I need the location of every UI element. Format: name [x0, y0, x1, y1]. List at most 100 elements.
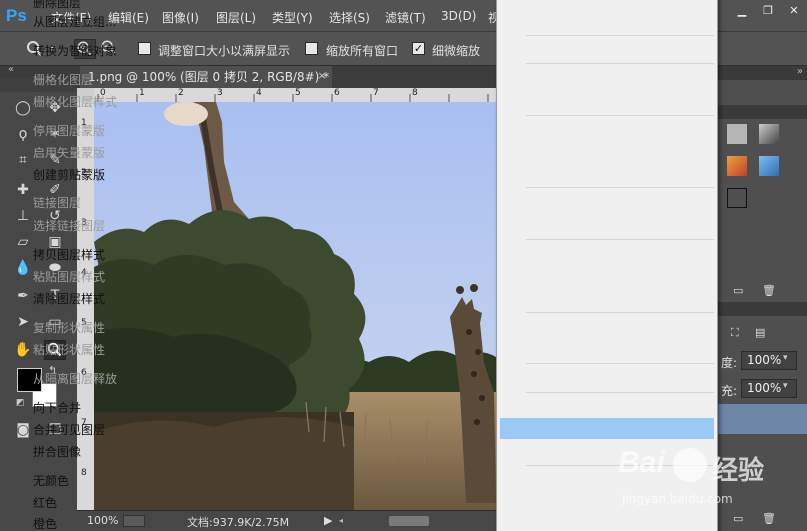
new-style-icon[interactable]: ▭ [733, 284, 743, 297]
scrubby-zoom-label: 细微缩放 [432, 44, 481, 58]
status-menu-arrow-icon[interactable]: ▶ [324, 514, 332, 527]
minimize-icon[interactable]: ▁ [730, 2, 754, 20]
document-canvas[interactable] [94, 102, 496, 510]
restore-icon[interactable]: ❐ [756, 2, 780, 20]
watermark-url: jingyan.baidu.com [622, 492, 733, 506]
menu-item-merge-down[interactable]: 向下合并 [33, 399, 81, 416]
menu-item-orange[interactable]: 橙色 [33, 515, 57, 531]
menu-item-convert-smart-object[interactable]: 转换为智能对象 [33, 42, 117, 59]
collapse-panel-icon[interactable]: « [8, 64, 14, 75]
menu-item-merge-visible[interactable]: 合并可见图层 [33, 421, 105, 438]
panel-header[interactable]: » [718, 66, 807, 80]
style-swatch[interactable] [727, 188, 747, 208]
menu-item-copy-layer-style[interactable]: 拷贝图层样式 [33, 246, 105, 263]
menu-separator [526, 239, 714, 240]
menu-item-link-layers[interactable]: 链接图层 [33, 194, 81, 211]
zoom-scrub-icon[interactable] [123, 515, 145, 527]
horizontal-ruler[interactable]: 0 1 2 3 4 5 6 7 8 [94, 88, 496, 102]
menu-item-delete-layer[interactable]: 删除图层 [33, 0, 81, 11]
fill-dropdown-icon[interactable]: ▾ [783, 381, 788, 391]
lasso-tool-icon[interactable]: ϙ [12, 124, 34, 144]
menu-item-flatten-image[interactable]: 拼合图像 [33, 443, 81, 460]
menu-item-group-from-layers[interactable]: 从图层建立组... [33, 13, 116, 30]
quick-mask-icon[interactable]: ◙ [12, 420, 34, 440]
menu-item-rasterize-layer[interactable]: 栅格化图层 [33, 71, 93, 88]
menu-item-disable-layer-mask[interactable]: 停用图层蒙版 [33, 122, 105, 139]
photoshop-logo: Ps [6, 6, 27, 25]
menu-item-red[interactable]: 红色 [33, 494, 57, 511]
close-document-icon[interactable]: × [315, 69, 329, 83]
clone-stamp-tool-icon[interactable]: ⊥ [12, 206, 34, 226]
menu-separator [526, 63, 714, 64]
selected-layer-row[interactable] [718, 404, 807, 434]
baidu-jingyan-watermark: Bai 经验 jingyan.baidu.com [600, 440, 800, 520]
menu-item-clear-layer-style[interactable]: 清除图层样式 [33, 290, 105, 307]
menu-separator [526, 392, 714, 393]
ruler-tick-label: 2 [178, 88, 184, 98]
scrubby-zoom-checkbox[interactable]: ✓ [412, 42, 425, 55]
horizontal-scrollbar-thumb[interactable] [389, 516, 429, 526]
menu-item-release-from-isolation[interactable]: 从隔离图层释放 [33, 370, 117, 387]
document-info: 文档:937.9K/2.75M [187, 516, 290, 529]
menu-item-paste-layer-style[interactable]: 粘贴图层样式 [33, 268, 105, 285]
fill-field[interactable]: 100% [741, 379, 797, 398]
document-tab[interactable]: 1.png @ 100% (图层 0 拷贝 2, RGB/8#) * [80, 66, 332, 88]
status-bar: 100% 文档:937.9K/2.75M ▶ ◂ [77, 510, 497, 531]
marquee-tool-icon[interactable]: ◯ [12, 98, 34, 118]
style-swatch[interactable] [759, 156, 779, 176]
ruler-tick-label: 7 [373, 88, 379, 98]
zoom-level[interactable]: 100% [87, 514, 118, 527]
zoom-all-windows-checkbox[interactable] [305, 42, 318, 55]
pen-tool-icon[interactable]: ✒ [12, 286, 34, 306]
menu-item-enable-vector-mask[interactable]: 启用矢量蒙版 [33, 144, 105, 161]
ruler-tick-label: 1 [139, 88, 145, 98]
scroll-left-icon[interactable]: ◂ [339, 516, 343, 525]
menu-item-copy-shape-attributes[interactable]: 复制形状属性 [33, 319, 105, 336]
menu-item-select-linked-layers[interactable]: 选择链接图层 [33, 217, 105, 234]
default-colors-icon[interactable]: ◩ [16, 398, 25, 408]
ruler-tick-label: 6 [334, 88, 340, 98]
menu-item-highlight [500, 418, 714, 439]
opacity-field[interactable]: 100% [741, 351, 797, 370]
crop-tool-icon[interactable]: ⌗ [12, 150, 34, 170]
menu-item-create-clipping-mask[interactable]: 创建剪贴蒙版 [33, 166, 105, 183]
ruler-tick-label: 3 [217, 88, 223, 98]
menu-separator [526, 35, 714, 36]
eraser-tool-icon[interactable]: ▱ [12, 232, 34, 252]
expand-panels-icon[interactable]: » [797, 66, 803, 77]
ruler-tick-label: 8 [81, 468, 87, 478]
styles-panel-header[interactable] [718, 105, 807, 119]
menu-filter[interactable]: 滤镜(T) [385, 9, 426, 26]
menu-type[interactable]: 类型(Y) [272, 9, 313, 26]
style-swatch[interactable] [759, 124, 779, 144]
close-icon[interactable]: ✕ [782, 2, 806, 20]
ruler-tick-label: 8 [412, 88, 418, 98]
menu-3d[interactable]: 3D(D) [441, 9, 476, 23]
menu-item-paste-shape-attributes[interactable]: 粘贴形状属性 [33, 341, 105, 358]
style-swatch[interactable] [727, 124, 747, 144]
menu-separator [526, 187, 714, 188]
baidu-paw-icon [673, 448, 707, 482]
menu-item-no-color[interactable]: 无颜色 [33, 472, 69, 489]
delete-style-icon[interactable]: 🗑 [762, 284, 776, 297]
menu-item-rasterize-layer-style[interactable]: 栅格化图层样式 [33, 93, 117, 110]
menu-image[interactable]: 图像(I) [162, 9, 199, 26]
hand-tool-icon[interactable]: ✋ [12, 340, 34, 360]
menu-layer[interactable]: 图层(L) [216, 9, 256, 26]
opacity-dropdown-icon[interactable]: ▾ [783, 353, 788, 363]
resize-windows-checkbox[interactable] [138, 42, 151, 55]
ruler-tick-label: 4 [256, 88, 262, 98]
smart-object-icon[interactable]: ▤ [755, 326, 765, 339]
blur-tool-icon[interactable]: 💧 [12, 258, 34, 278]
style-swatch[interactable] [727, 156, 747, 176]
layers-panel-header[interactable] [718, 302, 807, 316]
path-selection-tool-icon[interactable]: ➤ [12, 312, 34, 332]
menu-select[interactable]: 选择(S) [329, 9, 370, 26]
watermark-brand: Bai [618, 446, 665, 479]
menu-separator [526, 363, 714, 364]
menu-separator [526, 115, 714, 116]
menu-separator [526, 312, 714, 313]
healing-brush-tool-icon[interactable]: ✚ [12, 180, 34, 200]
opacity-label: 度: [721, 356, 738, 370]
layer-filter-icon[interactable]: ⛶ [731, 326, 739, 340]
